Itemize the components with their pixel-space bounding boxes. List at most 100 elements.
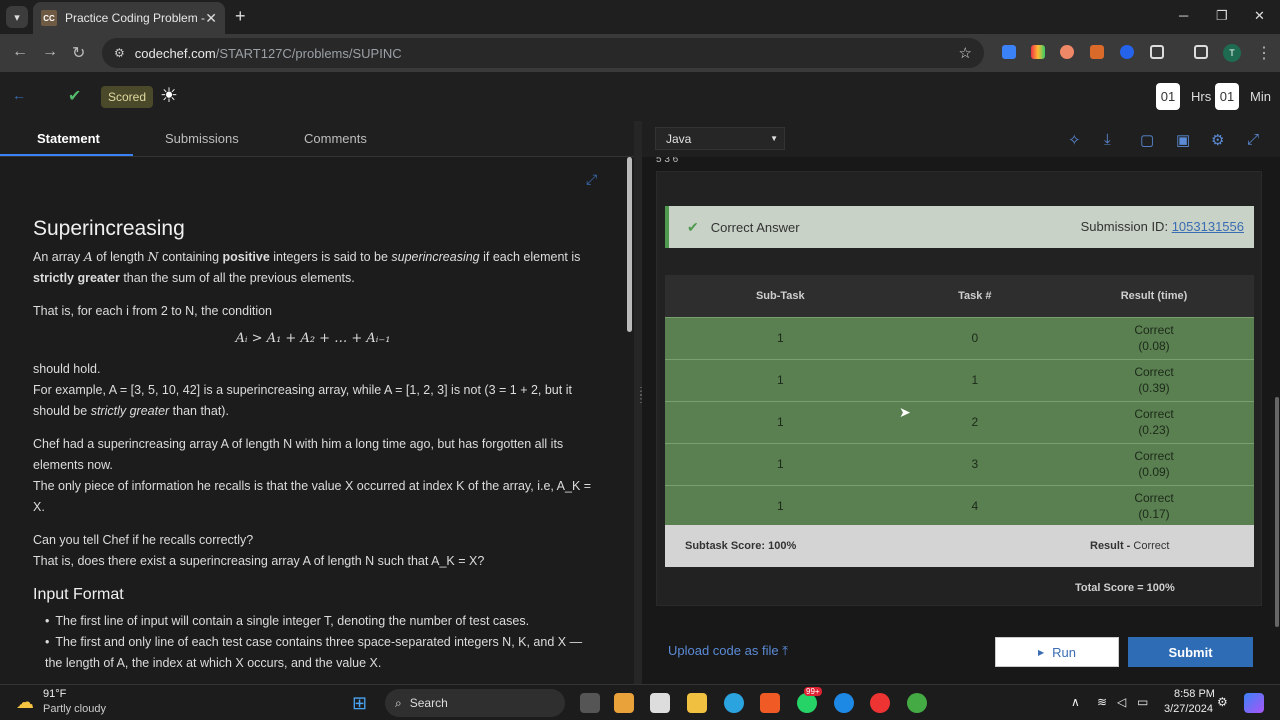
file-explorer-icon[interactable]	[687, 693, 707, 713]
overall-result: Result - Correct	[1090, 540, 1170, 552]
clock-time[interactable]: 8:58 PM	[1174, 688, 1215, 700]
notification-icon[interactable]: ⚙	[1217, 695, 1228, 709]
browser-tab-bar: ▾ CC Practice Coding Problem - CodeChef …	[0, 0, 1280, 34]
reload-icon[interactable]: ↻	[72, 43, 85, 63]
result-status: Correct	[1134, 491, 1174, 506]
chevron-up-icon[interactable]: ∧	[1071, 695, 1080, 709]
tab-title: Practice Coding Problem - CodeChef	[65, 11, 205, 25]
extension-3-icon[interactable]	[1060, 45, 1074, 59]
site-info-icon[interactable]: ⚙	[114, 46, 125, 60]
comment-icon[interactable]: ▢	[1140, 131, 1154, 149]
forward-icon[interactable]: →	[42, 43, 58, 61]
header-result: Result (time)	[1054, 275, 1254, 317]
extensions-puzzle-icon[interactable]	[1150, 45, 1164, 59]
telegram-icon[interactable]	[724, 693, 744, 713]
task-view-icon[interactable]	[580, 693, 600, 713]
browser-menu-icon[interactable]: ⋮	[1256, 43, 1272, 63]
wifi-icon[interactable]: ≋	[1097, 695, 1107, 709]
windows-start-icon[interactable]: ⊞	[352, 693, 367, 714]
close-tab-icon[interactable]: ✕	[205, 10, 217, 27]
back-icon[interactable]: ←	[12, 43, 28, 61]
result-cell: Correct (0.39)	[1054, 358, 1254, 401]
submission-id-label: Submission ID: 1053131556	[1080, 219, 1244, 234]
tab-search-dropdown[interactable]: ▾	[6, 6, 28, 28]
paragraph-example: For example, A = [3, 5, 10, 42] is a sup…	[33, 383, 572, 418]
language-value: Java	[666, 131, 692, 146]
paragraph-question-detail: That is, does there exist a superincreas…	[33, 554, 485, 568]
whatsapp-icon[interactable]	[797, 693, 817, 713]
extension-2-icon[interactable]	[1031, 45, 1045, 59]
editor-scrollbar[interactable]	[1275, 397, 1279, 627]
paragraph-definition: An array A of length N containing positi…	[33, 249, 581, 285]
submission-id-link[interactable]: 1053131556	[1172, 219, 1244, 234]
result-status: Correct	[1134, 323, 1174, 337]
mouse-cursor-icon: ➤	[899, 404, 911, 420]
settings-gear-icon[interactable]: ⚙	[1211, 131, 1224, 149]
theme-toggle-icon[interactable]: ☀	[160, 83, 178, 108]
table-row: 1 3 Correct (0.09)	[665, 442, 1254, 485]
store-icon[interactable]	[614, 693, 634, 713]
result-time: (0.09)	[1138, 465, 1170, 479]
back-arrow-icon[interactable]: ←	[12, 87, 26, 103]
upload-code-link[interactable]: Upload code as file ⤒	[668, 643, 788, 659]
new-tab-button[interactable]: +	[235, 6, 246, 27]
url-input[interactable]: ⚙ codechef.com/START127C/problems/SUPINC…	[102, 38, 984, 68]
clock-date[interactable]: 3/27/2024	[1164, 703, 1213, 715]
language-select[interactable]: Java ▼	[655, 127, 785, 150]
result-time: (0.17)	[1138, 507, 1170, 522]
metamask-icon[interactable]	[1090, 45, 1104, 59]
magic-wand-icon[interactable]: ✧	[1068, 131, 1081, 149]
volume-icon[interactable]: ◁	[1117, 695, 1126, 709]
editor-toolbar: Java ▼ ✧ ⤓ ▢ ▣ ⚙ ⤢	[642, 121, 1280, 157]
bookmark-star-icon[interactable]: ☆	[959, 44, 972, 62]
statement-scrollbar[interactable]	[627, 157, 632, 332]
task-cell: 4	[895, 484, 1054, 527]
task-cell: 1	[895, 358, 1054, 401]
chrome-profile-icon[interactable]	[907, 693, 927, 713]
copilot-icon[interactable]	[1244, 693, 1264, 713]
subtask-score: Subtask Score: 100%	[685, 540, 797, 552]
browser-tab[interactable]: CC Practice Coding Problem - CodeChef ✕	[33, 2, 225, 34]
task-cell: 0	[895, 316, 1054, 359]
active-tab-underline	[0, 154, 133, 156]
extension-5-icon[interactable]	[1120, 45, 1134, 59]
window-close-icon[interactable]: ✕	[1254, 8, 1265, 24]
hours-label: Hrs	[1191, 89, 1212, 104]
side-panel-icon[interactable]	[1194, 45, 1208, 59]
editor-pane: Java ▼ ✧ ⤓ ▢ ▣ ⚙ ⤢ 5 3 6 ✔ Correct Answe…	[642, 121, 1280, 684]
tab-submissions[interactable]: Submissions	[165, 131, 239, 146]
extension-1-icon[interactable]	[1002, 45, 1016, 59]
download-icon[interactable]: ⤓	[1104, 131, 1111, 148]
submit-button[interactable]: Submit	[1128, 637, 1253, 667]
profile-avatar[interactable]: T	[1223, 44, 1241, 62]
condition-formula: Aᵢ > A₁ + A₂ + … + Aᵢ₋₁	[235, 331, 391, 346]
weather-temperature[interactable]: 91°F	[43, 688, 66, 700]
expand-icon[interactable]: ⤢	[586, 171, 597, 188]
result-cell: Correct (0.09)	[1054, 442, 1254, 485]
weather-icon[interactable]: ☁	[16, 692, 34, 713]
amazon-icon[interactable]	[650, 693, 670, 713]
url-path: /START127C/problems/SUPINC	[215, 45, 402, 61]
minimize-icon[interactable]: ─	[1179, 8, 1188, 23]
maximize-icon[interactable]: ❐	[1216, 8, 1228, 24]
tab-statement[interactable]: Statement	[37, 131, 100, 146]
weather-description[interactable]: Partly cloudy	[43, 703, 106, 715]
brave-icon[interactable]	[760, 693, 780, 713]
status-text: Correct Answer	[710, 219, 800, 235]
result-status: Correct	[1134, 365, 1174, 379]
table-row: 1 2 Correct (0.23)	[665, 400, 1254, 443]
save-icon[interactable]: ▣	[1176, 131, 1190, 149]
chrome-icon[interactable]	[870, 693, 890, 713]
table-row: 1 4 Correct (0.17)	[665, 484, 1254, 527]
paragraph-question: Can you tell Chef if he recalls correctl…	[33, 533, 254, 547]
play-icon: ▶	[1037, 647, 1045, 657]
chevron-down-icon: ▼	[770, 134, 778, 143]
tab-comments[interactable]: Comments	[304, 131, 367, 146]
fullscreen-icon[interactable]: ⤢	[1247, 131, 1259, 148]
battery-icon[interactable]: ▭	[1137, 695, 1148, 709]
taskbar-search[interactable]: ⌕ Search	[385, 689, 565, 717]
paragraph-condition: That is, for each i from 2 to N, the con…	[33, 304, 273, 318]
edge-icon[interactable]	[834, 693, 854, 713]
run-button[interactable]: ▶ Run	[995, 637, 1119, 667]
subtask-cell: 1	[665, 442, 896, 485]
